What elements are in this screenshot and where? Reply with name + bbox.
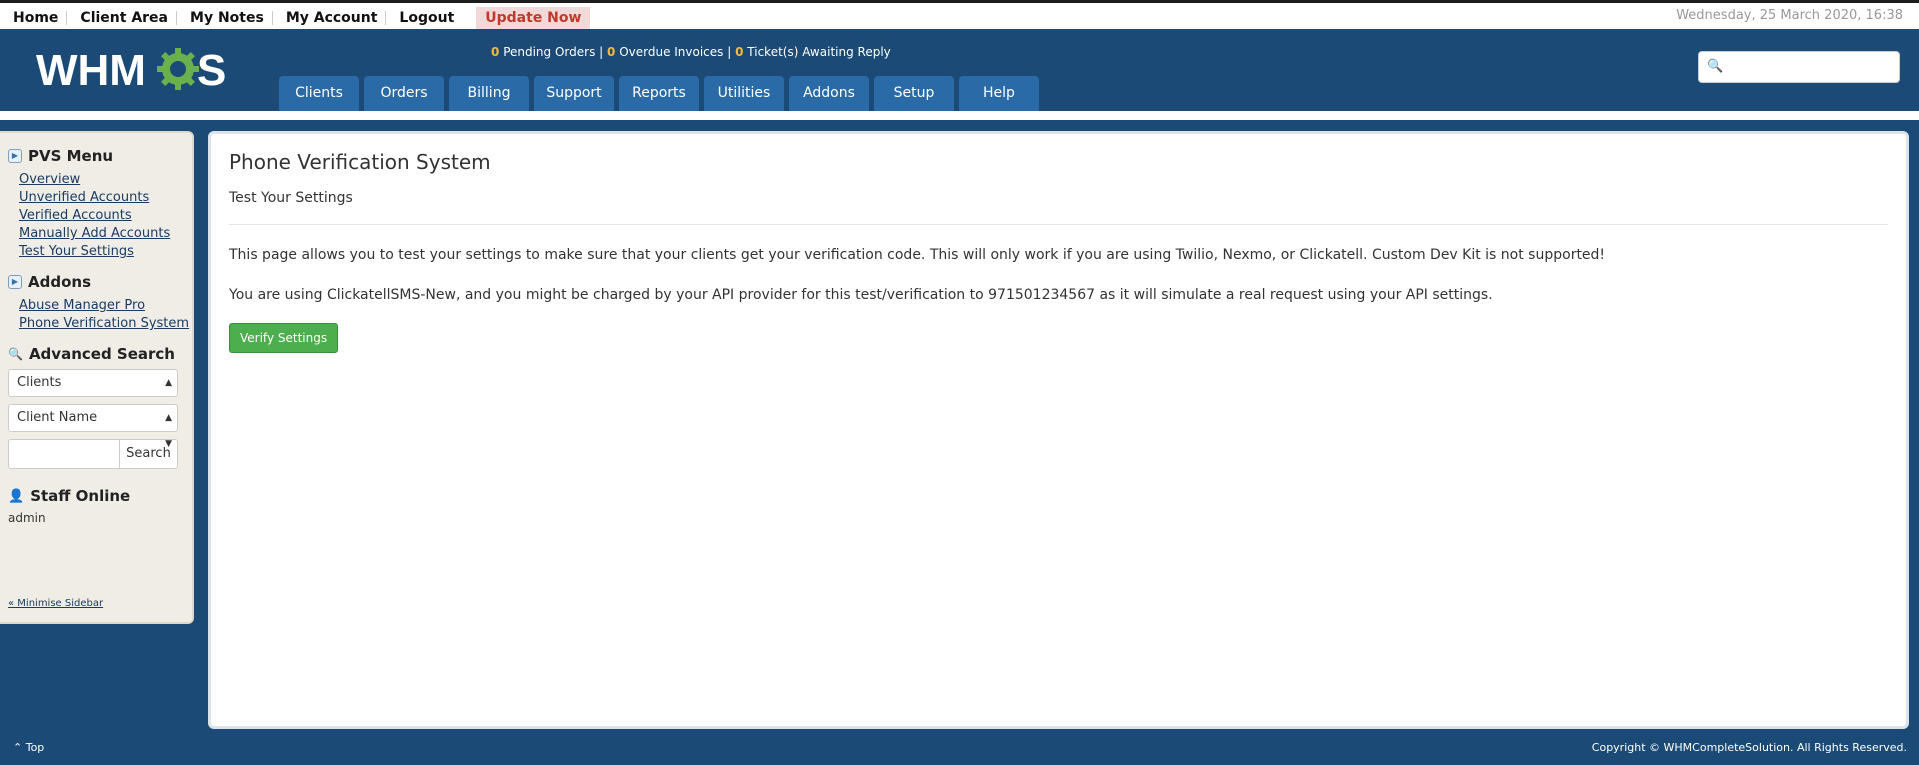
- client-area-link[interactable]: Client Area: [66, 11, 176, 25]
- pvs-menu-heading: ▶ PVS Menu: [8, 147, 192, 165]
- tab-setup[interactable]: Setup: [874, 76, 954, 111]
- pending-orders-label[interactable]: Pending Orders: [503, 45, 595, 59]
- global-search-input[interactable]: 🔍: [1698, 51, 1900, 83]
- search-field-select[interactable]: Client Name ▲ ▼: [8, 404, 178, 449]
- sidebar-item-abuse-manager[interactable]: Abuse Manager Pro: [19, 298, 145, 313]
- search-type-select[interactable]: Clients ▲▼: [8, 369, 178, 414]
- tab-reports[interactable]: Reports: [619, 76, 699, 111]
- main-nav: Clients Orders Billing Support Reports U…: [279, 76, 1039, 111]
- sidebar-item-overview[interactable]: Overview: [19, 172, 80, 187]
- logo-text-left: WHM: [36, 46, 146, 91]
- sidebar-item-pvs[interactable]: Phone Verification System: [19, 316, 189, 331]
- addons-title: Addons: [28, 273, 91, 291]
- addons-list: Abuse Manager Pro Phone Verification Sys…: [8, 297, 192, 333]
- pending-orders-count[interactable]: 0: [491, 45, 499, 59]
- overdue-invoices-label[interactable]: Overdue Invoices: [619, 45, 723, 59]
- advanced-search-title: Advanced Search: [28, 345, 175, 363]
- logo-text-right: S: [197, 46, 226, 91]
- home-link[interactable]: Home: [0, 11, 66, 25]
- tickets-label[interactable]: Ticket(s) Awaiting Reply: [747, 45, 890, 59]
- select-arrows-icon: ▲▼: [165, 413, 172, 449]
- overdue-invoices-count[interactable]: 0: [607, 45, 615, 59]
- staff-name: admin: [8, 511, 46, 525]
- copyright: Copyright © WHMCompleteSolution. All Rig…: [1591, 741, 1907, 754]
- tab-billing[interactable]: Billing: [449, 76, 529, 111]
- pvs-menu-list: Overview Unverified Accounts Verified Ac…: [8, 171, 192, 261]
- advanced-search-heading: 🔍 Advanced Search: [8, 345, 192, 363]
- menu-arrow-icon: ▶: [8, 149, 22, 163]
- pvs-menu-title: PVS Menu: [28, 147, 114, 165]
- page-title: Phone Verification System: [229, 150, 491, 174]
- my-notes-link[interactable]: My Notes: [176, 11, 272, 25]
- sidebar-item-test-settings[interactable]: Test Your Settings: [19, 244, 134, 259]
- sidebar: ▶ PVS Menu Overview Unverified Accounts …: [0, 131, 194, 624]
- header: WHM S 0 Pending Orders | 0 Overdue Invoi…: [0, 29, 1919, 111]
- addons-arrow-icon: ▶: [8, 275, 22, 289]
- sidebar-item-verified[interactable]: Verified Accounts: [19, 208, 132, 223]
- tab-addons[interactable]: Addons: [789, 76, 869, 111]
- sidebar-search-input[interactable]: [8, 439, 120, 469]
- info-paragraph: This page allows you to test your settin…: [229, 247, 1606, 263]
- back-to-top-label: Top: [25, 741, 45, 754]
- search-field-value: Client Name: [17, 410, 98, 425]
- staff-online-title: Staff Online: [30, 487, 131, 505]
- tickets-count[interactable]: 0: [735, 45, 743, 59]
- header-stats: 0 Pending Orders | 0 Overdue Invoices | …: [491, 45, 891, 59]
- tab-help[interactable]: Help: [959, 76, 1039, 111]
- gear-icon: [157, 48, 199, 90]
- sidebar-item-manually-add[interactable]: Manually Add Accounts: [19, 226, 170, 241]
- addons-heading: ▶ Addons: [8, 273, 192, 291]
- header-divider: [0, 111, 1919, 120]
- search-type-value: Clients: [17, 375, 62, 390]
- verify-settings-button[interactable]: Verify Settings: [229, 323, 339, 353]
- main-content: Phone Verification System Test Your Sett…: [208, 131, 1909, 729]
- chevron-up-icon: ⌃: [13, 741, 23, 754]
- my-account-link[interactable]: My Account: [271, 11, 386, 25]
- logout-link[interactable]: Logout: [385, 11, 462, 25]
- tab-support[interactable]: Support: [534, 76, 614, 111]
- search-icon: 🔍: [1707, 59, 1724, 74]
- top-links: Home Client Area My Notes My Account Log…: [0, 6, 591, 30]
- user-icon: 👤: [8, 488, 25, 504]
- magnifier-icon: 🔍: [8, 347, 23, 361]
- sidebar-search: Search: [8, 439, 178, 469]
- current-date: Wednesday, 25 March 2020, 16:38: [1676, 8, 1903, 23]
- tab-clients[interactable]: Clients: [279, 76, 359, 111]
- back-to-top-link[interactable]: ⌃ Top: [13, 741, 44, 754]
- warning-paragraph: You are using ClickatellSMS-New, and you…: [229, 287, 1493, 303]
- whmcs-logo[interactable]: WHM S: [36, 45, 240, 91]
- tab-orders[interactable]: Orders: [364, 76, 444, 111]
- minimise-sidebar-link[interactable]: « Minimise Sidebar: [8, 598, 103, 609]
- staff-online-heading: 👤 Staff Online: [8, 487, 192, 505]
- update-now-button[interactable]: Update Now: [476, 7, 591, 29]
- page-subtitle: Test Your Settings: [229, 190, 1888, 225]
- sidebar-item-unverified[interactable]: Unverified Accounts: [19, 190, 149, 205]
- tab-utilities[interactable]: Utilities: [704, 76, 784, 111]
- top-bar: Home Client Area My Notes My Account Log…: [0, 0, 1919, 29]
